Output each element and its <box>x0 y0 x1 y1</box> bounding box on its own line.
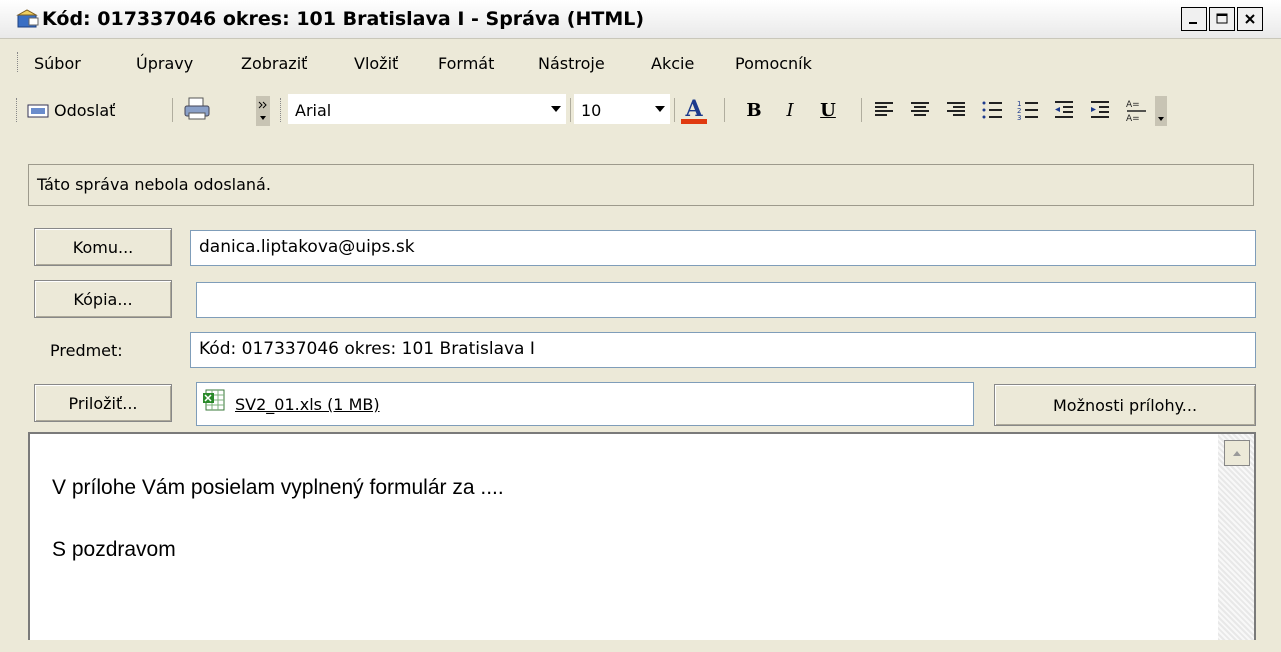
maximize-button[interactable] <box>1209 7 1235 31</box>
menu-view[interactable]: Zobraziť <box>241 54 307 73</box>
style-button[interactable]: A= A= <box>1124 96 1150 124</box>
minimize-icon <box>1189 22 1197 24</box>
menu-edit[interactable]: Úpravy <box>136 54 193 73</box>
menu-tools[interactable]: Nástroje <box>538 54 605 73</box>
vertical-scrollbar[interactable] <box>1218 434 1254 652</box>
excel-file-icon <box>203 389 225 411</box>
underline-button[interactable]: U <box>813 96 843 124</box>
attachment-name[interactable]: SV2_01.xls (1 MB) <box>235 395 380 414</box>
text-style-icon: A= A= <box>1126 100 1146 124</box>
menu-actions[interactable]: Akcie <box>651 54 694 73</box>
menu-format[interactable]: Formát <box>438 54 494 73</box>
align-right-icon <box>947 102 965 116</box>
body-line-2: S pozdravom <box>52 538 176 561</box>
chevron-double-right-icon <box>258 101 267 120</box>
svg-text:A: A <box>684 96 703 122</box>
toolbar-grip-2[interactable] <box>280 98 283 122</box>
align-right-button[interactable] <box>944 98 968 122</box>
subject-label: Predmet: <box>50 341 123 360</box>
toolbar-separator <box>861 98 862 122</box>
toolbar-overflow-button[interactable] <box>256 96 270 126</box>
send-label: Odoslať <box>54 101 116 120</box>
numbered-list-icon: 123 <box>1017 100 1038 122</box>
align-center-button[interactable] <box>908 98 932 122</box>
bullet-list-icon <box>982 101 1002 119</box>
decrease-indent-button[interactable] <box>1052 98 1076 122</box>
chevron-down-icon <box>655 106 665 112</box>
font-name-value: Arial <box>295 101 332 120</box>
toolbar-options-button[interactable] <box>1155 96 1167 126</box>
menu-grip[interactable] <box>17 52 20 72</box>
toolbar-separator <box>674 98 675 122</box>
svg-text:A=: A= <box>1126 100 1140 110</box>
status-strip <box>0 640 1281 652</box>
title-bar: Kód: 017337046 okres: 101 Bratislava I -… <box>0 0 1281 39</box>
cc-field[interactable] <box>196 282 1256 318</box>
window-title: Kód: 017337046 okres: 101 Bratislava I -… <box>42 8 645 30</box>
menu-help[interactable]: Pomocník <box>735 54 812 73</box>
print-button[interactable] <box>182 96 216 124</box>
numbering-button[interactable]: 123 <box>1016 98 1040 122</box>
scroll-up-button[interactable] <box>1224 440 1250 466</box>
close-icon <box>1245 14 1255 24</box>
send-button[interactable]: Odoslať <box>24 94 174 126</box>
maximize-icon <box>1216 13 1228 24</box>
to-field[interactable]: danica.liptakova@uips.sk <box>190 230 1256 266</box>
mail-app-icon <box>16 9 39 28</box>
menu-file[interactable]: Súbor <box>34 54 81 73</box>
decrease-indent-icon <box>1055 101 1073 118</box>
increase-indent-icon <box>1091 101 1109 118</box>
toolbar-grip[interactable] <box>16 98 19 122</box>
close-button[interactable] <box>1237 7 1263 31</box>
font-name-combo[interactable]: Arial <box>288 94 566 124</box>
to-button[interactable]: Komu... <box>34 228 172 266</box>
font-color-button[interactable]: A <box>676 94 712 126</box>
subject-field[interactable]: Kód: 017337046 okres: 101 Bratislava I <box>190 332 1256 368</box>
attachment-options-button[interactable]: Možnosti prílohy... <box>994 384 1256 426</box>
align-left-button[interactable] <box>872 98 896 122</box>
align-left-icon <box>875 102 893 116</box>
chevron-down-icon <box>551 106 561 112</box>
send-envelope-icon <box>27 104 49 118</box>
menu-bar: Súbor Úpravy Zobraziť Vložiť Formát Nást… <box>0 40 1281 84</box>
toolbar-separator <box>570 98 571 122</box>
attachment-field[interactable]: SV2_01.xls (1 MB) <box>196 382 974 426</box>
message-body[interactable]: V prílohe Vám posielam vyplnený formulár… <box>28 432 1256 652</box>
bold-button[interactable]: B <box>739 96 769 124</box>
cc-button[interactable]: Kópia... <box>34 280 172 318</box>
italic-button[interactable]: I <box>775 96 805 124</box>
chevron-down-icon <box>1158 117 1164 121</box>
print-icon <box>184 97 210 120</box>
svg-text:A=: A= <box>1126 114 1140 124</box>
attach-button[interactable]: Priložiť... <box>34 384 172 422</box>
toolbar-separator <box>172 98 173 122</box>
font-size-value: 10 <box>581 101 602 120</box>
info-bar-text: Táto správa nebola odoslaná. <box>37 175 271 194</box>
info-bar: Táto správa nebola odoslaná. <box>28 164 1254 206</box>
toolbar-separator <box>724 98 725 122</box>
minimize-button[interactable] <box>1181 7 1207 31</box>
formatting-toolbar: Odoslať Arial 10 A B I U 1 2 3 A= A= <box>12 88 1267 132</box>
bullets-button[interactable] <box>980 98 1004 122</box>
font-color-icon: A <box>681 96 707 124</box>
font-size-combo[interactable]: 10 <box>574 94 670 124</box>
body-line-1: V prílohe Vám posielam vyplnený formulár… <box>52 476 504 499</box>
increase-indent-button[interactable] <box>1088 98 1112 122</box>
menu-insert[interactable]: Vložiť <box>354 54 398 73</box>
align-center-icon <box>911 102 929 116</box>
svg-text:3: 3 <box>1017 114 1021 122</box>
chevron-up-icon <box>1233 451 1241 456</box>
